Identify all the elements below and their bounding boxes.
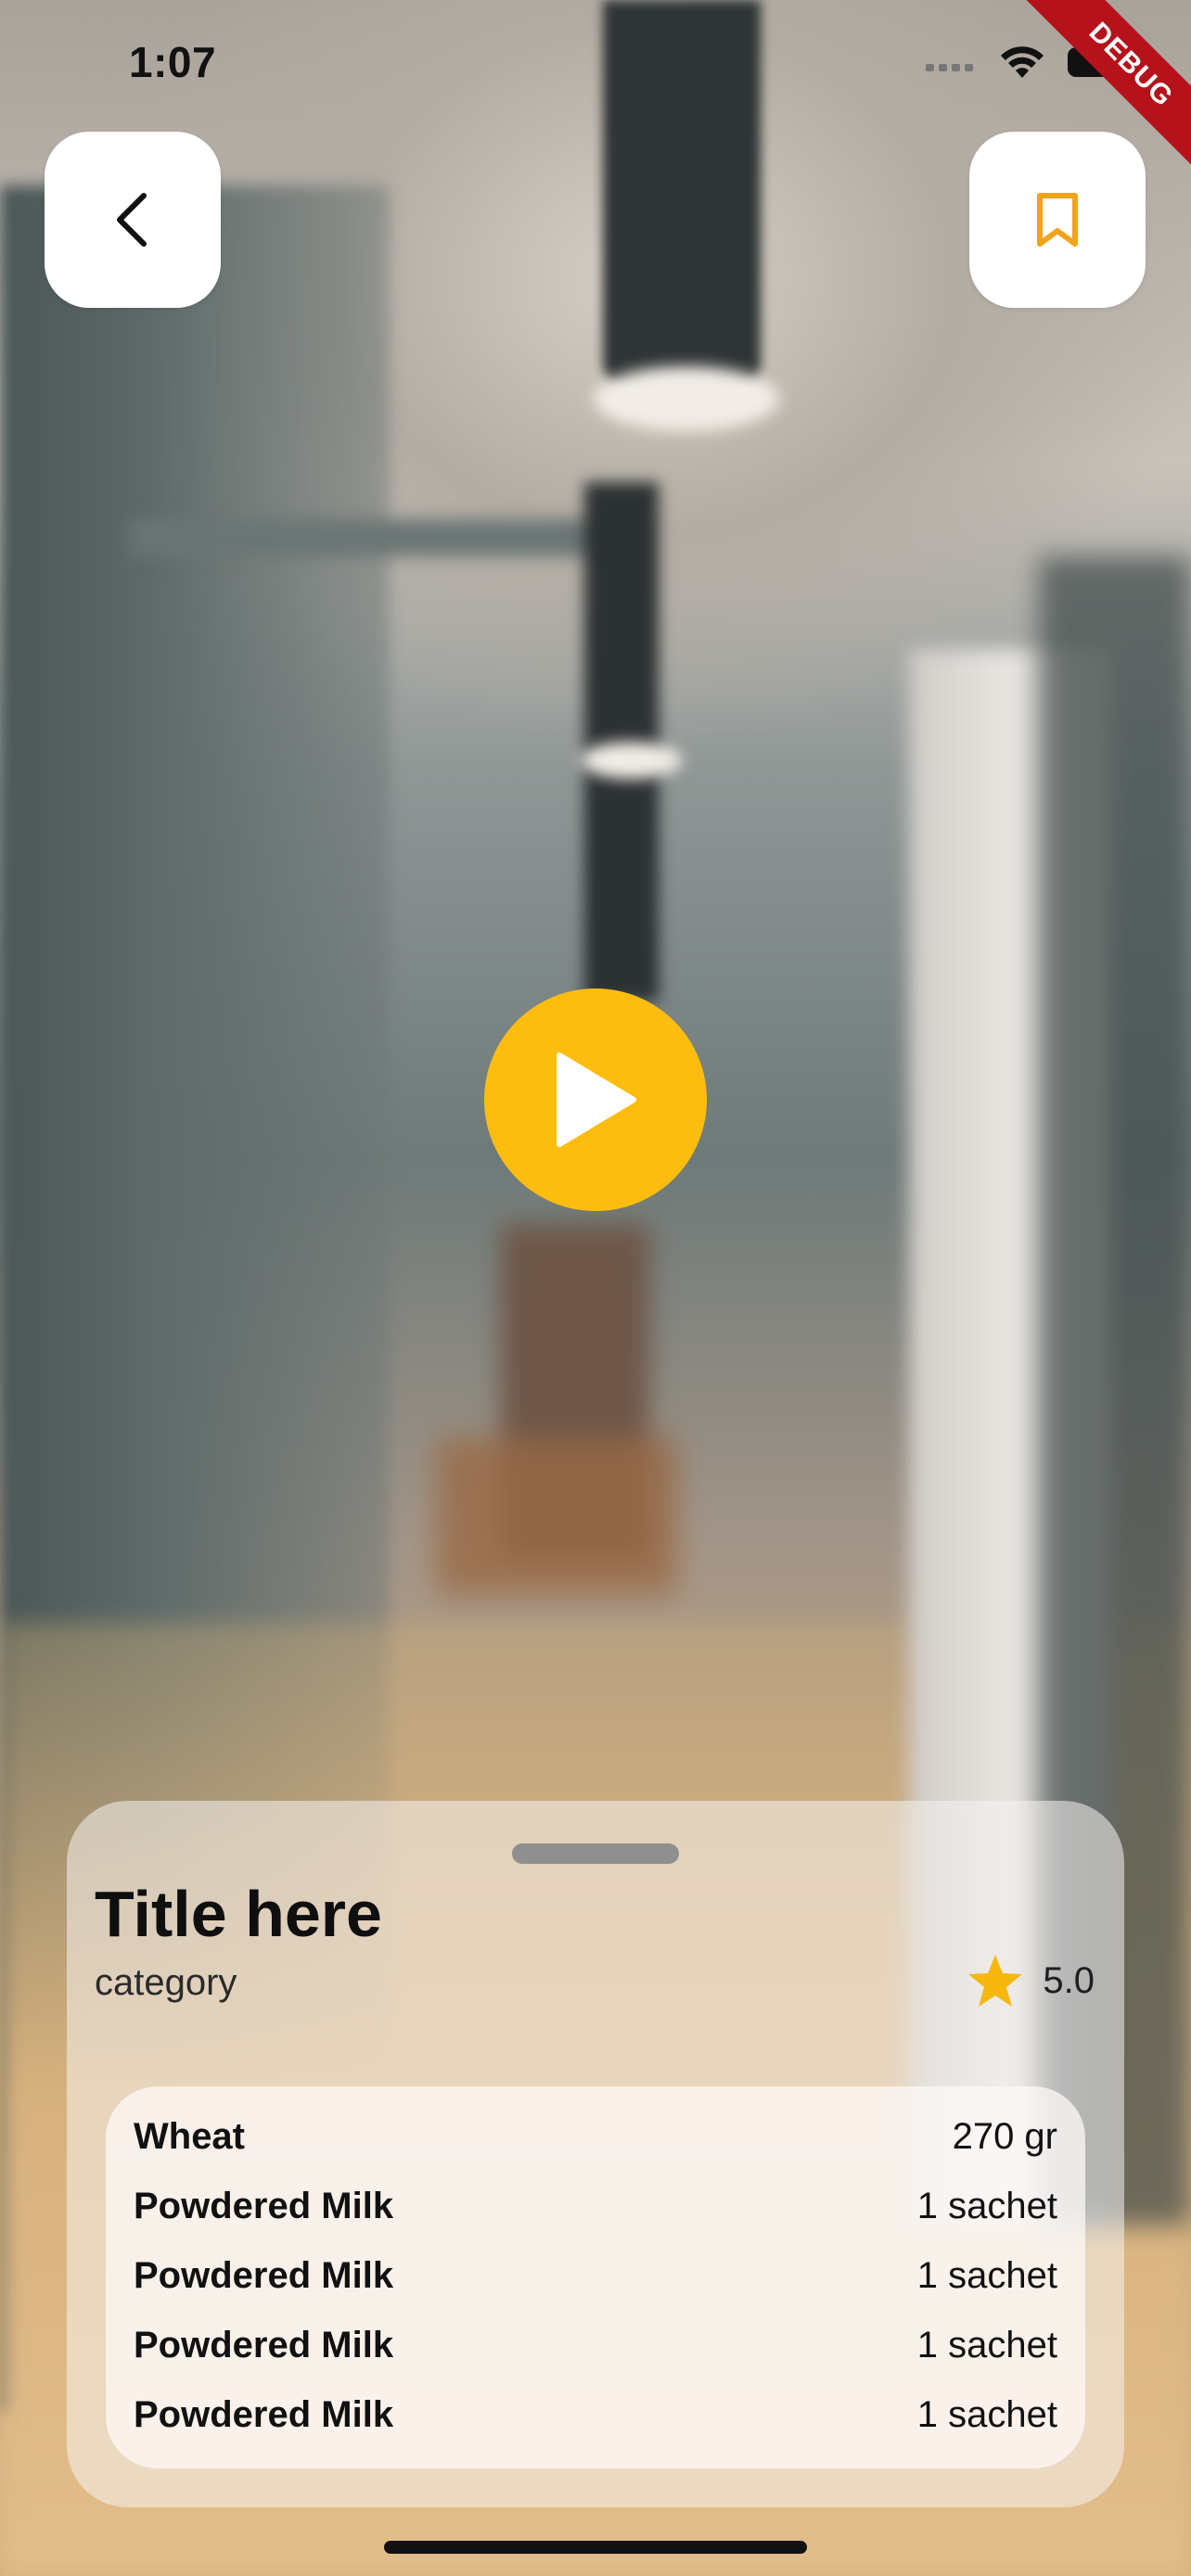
- list-item: Powdered Milk 1 sachet: [134, 2387, 1057, 2442]
- ingredient-quantity: 1 sachet: [916, 2393, 1057, 2435]
- ingredient-quantity: 1 sachet: [916, 2254, 1057, 2296]
- ingredient-name: Powdered Milk: [134, 2254, 394, 2296]
- wifi-icon: [1001, 46, 1044, 78]
- signal-icon: [926, 64, 973, 71]
- bookmark-icon: [1037, 193, 1078, 247]
- category-label: category: [95, 1962, 237, 2003]
- rating-value: 5.0: [1043, 1959, 1095, 2001]
- home-indicator[interactable]: [384, 2541, 807, 2554]
- play-button[interactable]: [484, 988, 707, 1211]
- play-icon: [557, 1052, 636, 1147]
- back-button[interactable]: [45, 132, 221, 308]
- rating: 5.0: [967, 1953, 1095, 2009]
- chevron-left-icon: [117, 193, 147, 247]
- ingredient-name: Powdered Milk: [134, 2324, 394, 2366]
- ingredients-list: Wheat 270 gr Powdered Milk 1 sachet Powd…: [106, 2086, 1085, 2468]
- ingredient-name: Powdered Milk: [134, 2393, 394, 2435]
- list-item: Powdered Milk 1 sachet: [134, 2178, 1057, 2234]
- bookmark-button[interactable]: [969, 132, 1146, 308]
- list-item: Powdered Milk 1 sachet: [134, 2248, 1057, 2303]
- drag-handle[interactable]: [512, 1843, 679, 1864]
- ingredient-quantity: 1 sachet: [916, 2324, 1057, 2366]
- list-item: Powdered Milk 1 sachet: [134, 2317, 1057, 2373]
- ingredient-name: Wheat: [134, 2115, 245, 2157]
- ingredient-name: Powdered Milk: [134, 2185, 394, 2226]
- ingredient-quantity: 1 sachet: [916, 2185, 1057, 2226]
- star-icon: [968, 1955, 1023, 2007]
- page-title: Title here: [95, 1878, 382, 1950]
- list-item: Wheat 270 gr: [134, 2109, 1057, 2164]
- details-sheet: Title here category 5.0 Wheat 270 gr Pow…: [67, 1801, 1124, 2507]
- ingredient-quantity: 270 gr: [952, 2115, 1057, 2157]
- status-time: 1:07: [129, 38, 217, 86]
